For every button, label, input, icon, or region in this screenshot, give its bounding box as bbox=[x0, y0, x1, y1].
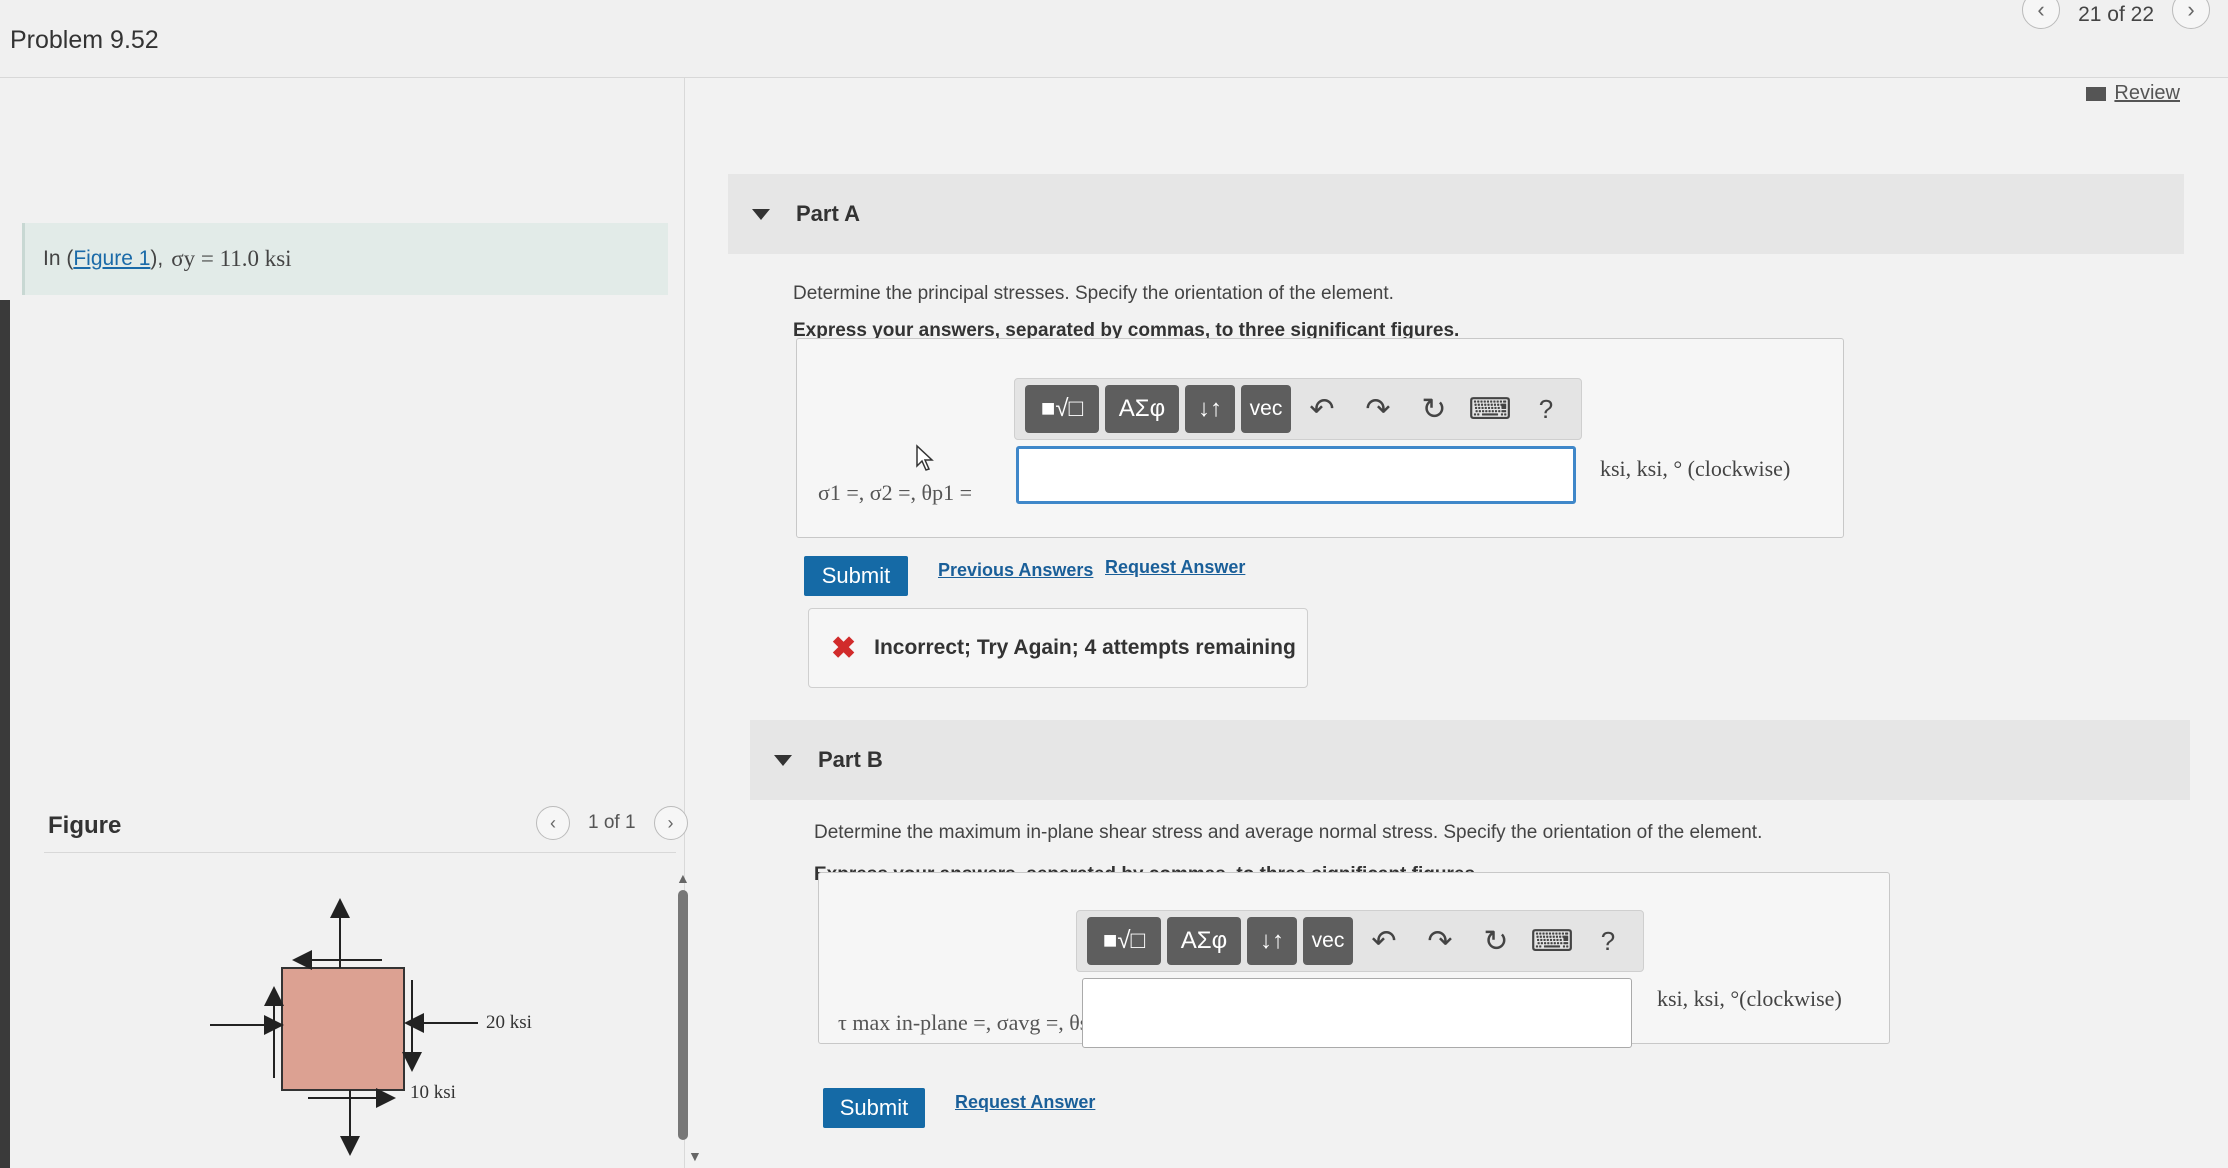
label-10-ksi: 10 ksi bbox=[410, 1082, 456, 1103]
part-a-request-answer-link[interactable]: Request Answer bbox=[1105, 557, 1245, 578]
review-link[interactable]: Review bbox=[2086, 82, 2180, 105]
keyboard-icon[interactable]: ⌨ bbox=[1465, 385, 1515, 433]
previous-figure-button[interactable]: ‹ bbox=[536, 806, 570, 840]
figure-pager: ‹ 1 of 1 › bbox=[536, 806, 688, 840]
chevron-left-icon: ‹ bbox=[550, 812, 556, 833]
reset-icon[interactable]: ↻ bbox=[1409, 385, 1459, 433]
undo-icon[interactable]: ↶ bbox=[1359, 917, 1409, 965]
vector-button[interactable]: vec bbox=[1303, 917, 1353, 965]
templates-button[interactable]: ■√□ bbox=[1087, 917, 1161, 965]
figure-heading: Figure bbox=[48, 812, 122, 839]
pager-text: 21 of 22 bbox=[2078, 3, 2154, 26]
part-b-equation-label: τ max in-plane =, σavg =, θs = bbox=[838, 1010, 1107, 1035]
help-icon[interactable]: ? bbox=[1521, 385, 1571, 433]
collapse-triangle-icon bbox=[752, 208, 770, 220]
part-a-header[interactable]: Part A bbox=[728, 174, 2184, 254]
part-a-units: ksi, ksi, ° (clockwise) bbox=[1600, 456, 1791, 481]
previous-problem-button[interactable]: ‹ bbox=[2022, 0, 2061, 29]
figure-link[interactable]: Figure 1 bbox=[73, 247, 150, 271]
chevron-left-icon: ‹ bbox=[2037, 0, 2045, 22]
vector-button[interactable]: vec bbox=[1241, 385, 1291, 433]
chevron-right-icon: › bbox=[2187, 0, 2195, 22]
top-bar: Problem 9.52 ‹ 21 of 22 › bbox=[0, 0, 2228, 78]
part-a-submit-button[interactable]: Submit bbox=[804, 556, 908, 596]
collapse-triangle-icon bbox=[774, 754, 792, 766]
mouse-cursor-icon bbox=[916, 444, 934, 471]
label-20-ksi: 20 ksi bbox=[486, 1012, 532, 1033]
reset-icon[interactable]: ↻ bbox=[1471, 917, 1521, 965]
part-b-units: ksi, ksi, °(clockwise) bbox=[1657, 986, 1842, 1011]
part-a-answer-input[interactable] bbox=[1016, 446, 1576, 504]
subscript-superscript-button[interactable]: ↓↑ bbox=[1247, 917, 1297, 965]
part-b-request-answer-link[interactable]: Request Answer bbox=[955, 1092, 1095, 1113]
screen-edge bbox=[0, 300, 10, 1168]
given-value: σy = 11.0 ksi bbox=[171, 246, 292, 271]
scroll-down-icon[interactable]: ▼ bbox=[688, 1148, 702, 1164]
problem-pager: ‹ 21 of 22 › bbox=[2022, 0, 2210, 30]
figure-divider bbox=[44, 852, 676, 853]
review-label: Review bbox=[2114, 82, 2180, 104]
part-b-math-toolbar: ■√□ ΑΣφ ↓↑ vec ↶ ↷ ↻ ⌨ ? bbox=[1076, 910, 1644, 972]
greek-symbols-button[interactable]: ΑΣφ bbox=[1167, 917, 1241, 965]
feedback-text: Incorrect; Try Again; 4 attempts remaini… bbox=[874, 636, 1296, 659]
previous-answers-link[interactable]: Previous Answers bbox=[938, 560, 1093, 581]
part-b-header[interactable]: Part B bbox=[750, 720, 2190, 800]
part-b-prompt: Determine the maximum in-plane shear str… bbox=[814, 822, 1763, 843]
keyboard-icon[interactable]: ⌨ bbox=[1527, 917, 1577, 965]
help-icon[interactable]: ? bbox=[1583, 917, 1633, 965]
scroll-up-icon[interactable]: ▲ bbox=[676, 870, 690, 886]
part-a-math-toolbar: ■√□ ΑΣφ ↓↑ vec ↶ ↷ ↻ ⌨ ? bbox=[1014, 378, 1582, 440]
part-b-submit-button[interactable]: Submit bbox=[823, 1088, 925, 1128]
templates-button[interactable]: ■√□ bbox=[1025, 385, 1099, 433]
error-x-icon: ✖ bbox=[831, 631, 857, 665]
problem-title: Problem 9.52 bbox=[10, 26, 159, 54]
next-problem-button[interactable]: › bbox=[2172, 0, 2210, 29]
redo-icon[interactable]: ↷ bbox=[1353, 385, 1403, 433]
next-figure-button[interactable]: › bbox=[653, 806, 688, 840]
figure-pager-text: 1 of 1 bbox=[588, 812, 636, 833]
part-a-prompt: Determine the principal stresses. Specif… bbox=[793, 283, 1394, 304]
part-a-equation-label: σ1 =, σ2 =, θp1 = bbox=[818, 480, 972, 505]
redo-icon[interactable]: ↷ bbox=[1415, 917, 1465, 965]
scrollbar-thumb[interactable] bbox=[678, 890, 688, 1140]
stress-element bbox=[281, 967, 405, 1091]
stress-element-diagram: 20 ksi 10 ksi bbox=[210, 898, 532, 1156]
problem-statement: In ( Figure 1 ), σy = 11.0 ksi bbox=[22, 223, 668, 295]
chevron-right-icon: › bbox=[667, 812, 674, 833]
undo-icon[interactable]: ↶ bbox=[1297, 385, 1347, 433]
subscript-superscript-button[interactable]: ↓↑ bbox=[1185, 385, 1235, 433]
book-icon bbox=[2086, 86, 2107, 101]
greek-symbols-button[interactable]: ΑΣφ bbox=[1105, 385, 1179, 433]
part-a-feedback: ✖ Incorrect; Try Again; 4 attempts remai… bbox=[808, 608, 1308, 688]
figure-scrollbar[interactable]: ▲ ▼ bbox=[676, 870, 702, 1168]
part-b-answer-input[interactable] bbox=[1082, 978, 1632, 1048]
